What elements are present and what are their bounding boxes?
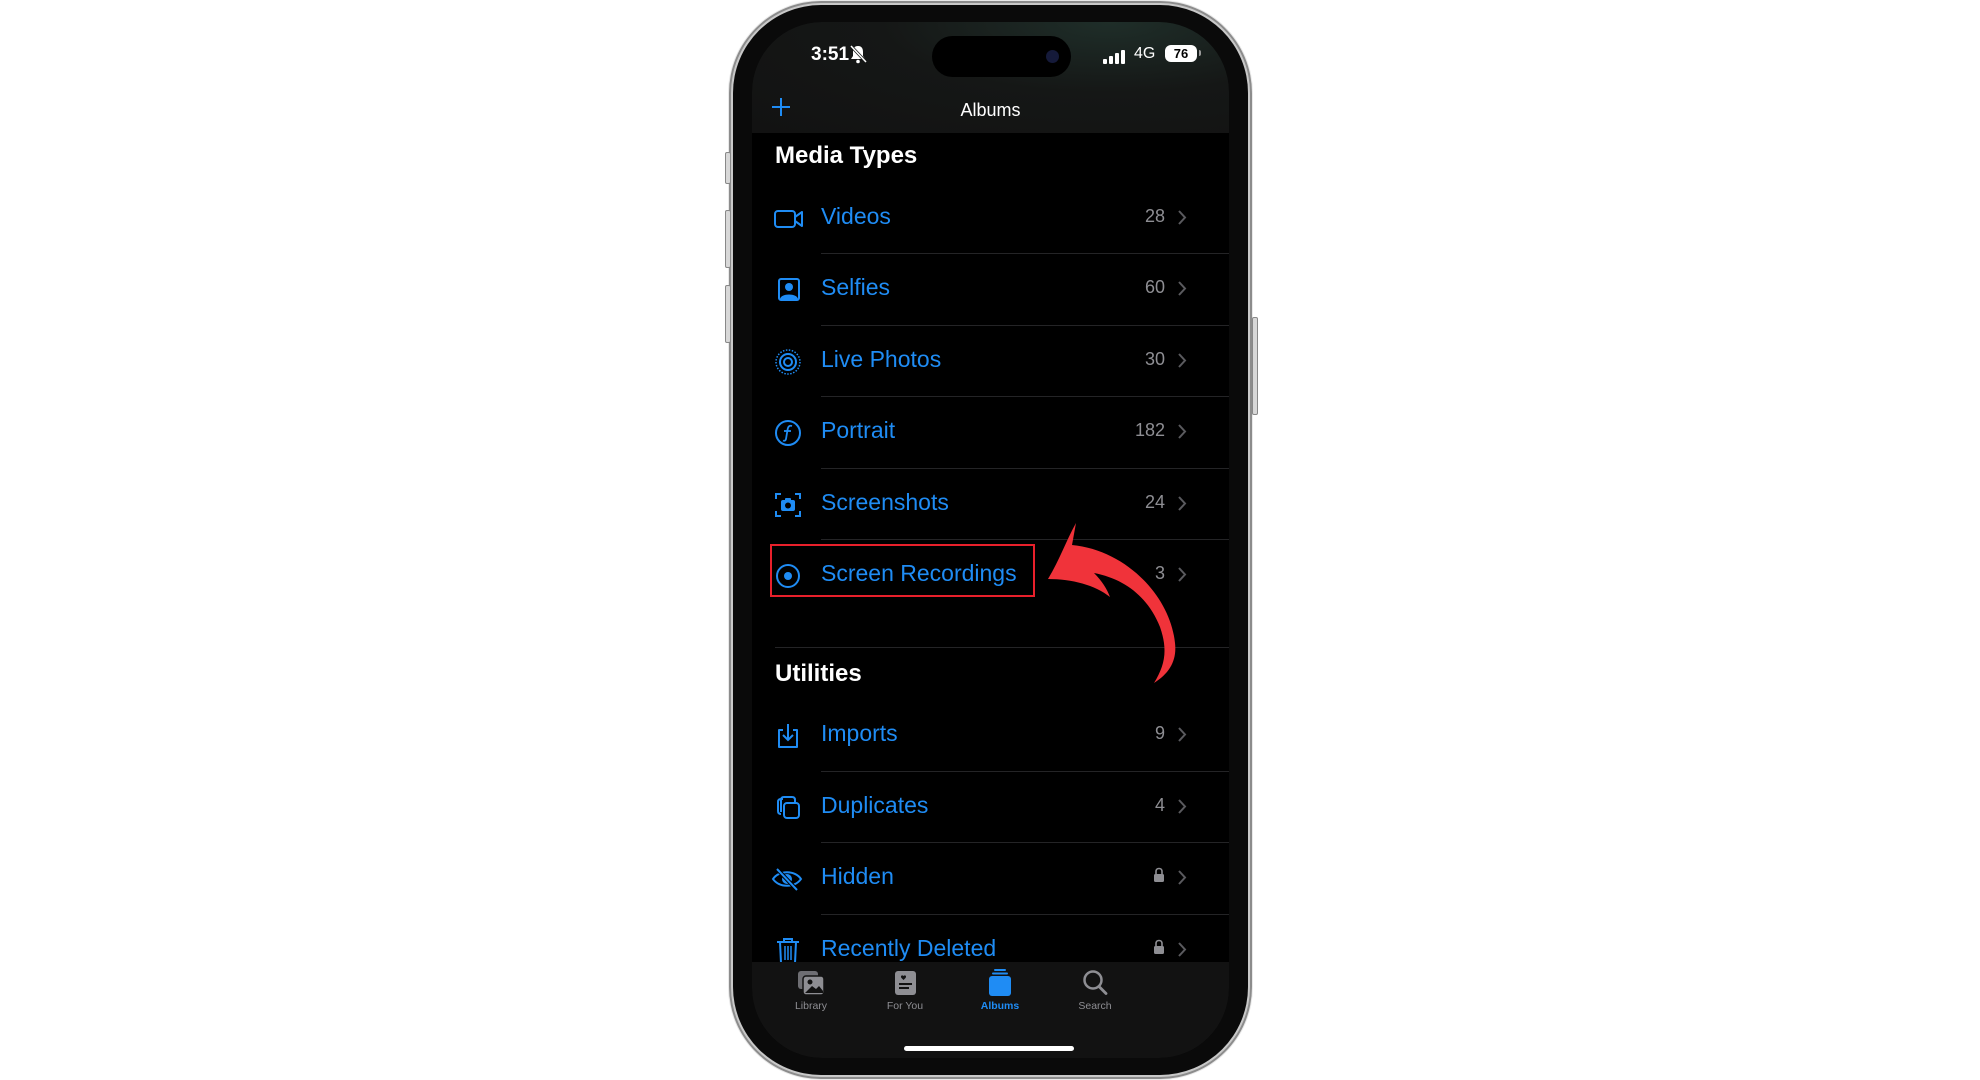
status-time: 3:51 — [811, 44, 850, 65]
album-label: Videos — [821, 203, 891, 229]
bell-slash-icon — [849, 44, 867, 64]
chevron-right-icon — [1178, 424, 1187, 439]
album-count: 9 — [1154, 723, 1165, 743]
album-count: 24 — [1144, 492, 1165, 512]
dynamic-island — [932, 36, 1071, 77]
album-label: Recently Deleted — [821, 935, 997, 961]
album-row-live-photos[interactable]: Live Photos 30 — [752, 326, 1229, 397]
lock-icon — [1154, 867, 1164, 882]
volume-up-button — [725, 210, 731, 268]
album-row-duplicates[interactable]: Duplicates 4 — [752, 772, 1229, 843]
album-label: Imports — [821, 720, 898, 746]
tab-label: Albums — [980, 1000, 1020, 1012]
chevron-right-icon — [1178, 942, 1187, 957]
album-count: 4 — [1154, 795, 1165, 815]
screenshot-icon — [775, 493, 801, 517]
lock-icon — [1154, 939, 1164, 954]
chevron-right-icon — [1178, 496, 1187, 511]
live-photo-icon — [775, 349, 801, 375]
home-indicator[interactable] — [904, 1046, 1074, 1051]
album-row-portrait[interactable]: Portrait 182 — [752, 397, 1229, 468]
tab-label: Library — [794, 1000, 828, 1012]
nav-header: 3:51 4G 76 Albums — [752, 22, 1229, 133]
cellular-signal-icon — [1103, 50, 1125, 64]
album-label: Live Photos — [821, 346, 942, 372]
tab-bar: Library For You Albums Search — [752, 962, 1229, 1058]
camera-lens-icon — [1046, 50, 1059, 63]
section-title-media-types: Media Types — [775, 142, 918, 169]
album-row-hidden[interactable]: Hidden — [752, 843, 1229, 914]
action-button — [725, 152, 731, 184]
chevron-right-icon — [1178, 210, 1187, 225]
tab-label: For You — [886, 1000, 924, 1012]
tab-albums[interactable]: Albums — [950, 968, 1050, 1028]
trash-icon — [777, 938, 799, 964]
video-camera-icon — [774, 210, 803, 228]
album-label: Screenshots — [821, 489, 949, 515]
section-title-utilities: Utilities — [775, 660, 862, 687]
annotation-highlight-box — [770, 544, 1035, 597]
chevron-right-icon — [1178, 727, 1187, 742]
album-label: Selfies — [821, 274, 891, 300]
for-you-icon — [895, 971, 916, 995]
portrait-f-icon — [775, 420, 801, 446]
power-button — [1252, 317, 1258, 415]
album-count: 182 — [1134, 420, 1165, 440]
chevron-right-icon — [1178, 870, 1187, 885]
album-row-selfies[interactable]: Selfies 60 — [752, 254, 1229, 325]
album-row-videos[interactable]: Videos 28 — [752, 183, 1229, 254]
chevron-right-icon — [1178, 353, 1187, 368]
tab-library[interactable]: Library — [761, 968, 861, 1028]
person-square-icon — [778, 278, 800, 301]
photo-library-icon — [798, 971, 825, 996]
chevron-right-icon — [1178, 799, 1187, 814]
album-count: 28 — [1144, 206, 1165, 226]
album-row-imports[interactable]: Imports 9 — [752, 700, 1229, 771]
album-label: Hidden — [821, 863, 894, 889]
battery-indicator: 76 — [1165, 45, 1201, 62]
tab-search[interactable]: Search — [1045, 968, 1145, 1028]
page-title: Albums — [960, 100, 1021, 120]
duplicate-squares-icon — [777, 796, 800, 819]
album-label: Portrait — [821, 417, 896, 443]
tab-for-you[interactable]: For You — [855, 968, 955, 1028]
chevron-right-icon — [1178, 281, 1187, 296]
network-type: 4G — [1134, 45, 1156, 62]
curved-arrow-annotation-icon — [1048, 523, 1176, 683]
album-label: Duplicates — [821, 792, 929, 818]
tab-label: Search — [1078, 1000, 1112, 1012]
album-count: 30 — [1144, 349, 1165, 369]
volume-down-button — [725, 285, 731, 343]
eye-slash-icon — [771, 867, 803, 892]
import-tray-icon — [778, 724, 798, 748]
search-icon — [1083, 970, 1108, 995]
album-count: 60 — [1144, 277, 1165, 297]
albums-stack-icon — [989, 969, 1011, 996]
